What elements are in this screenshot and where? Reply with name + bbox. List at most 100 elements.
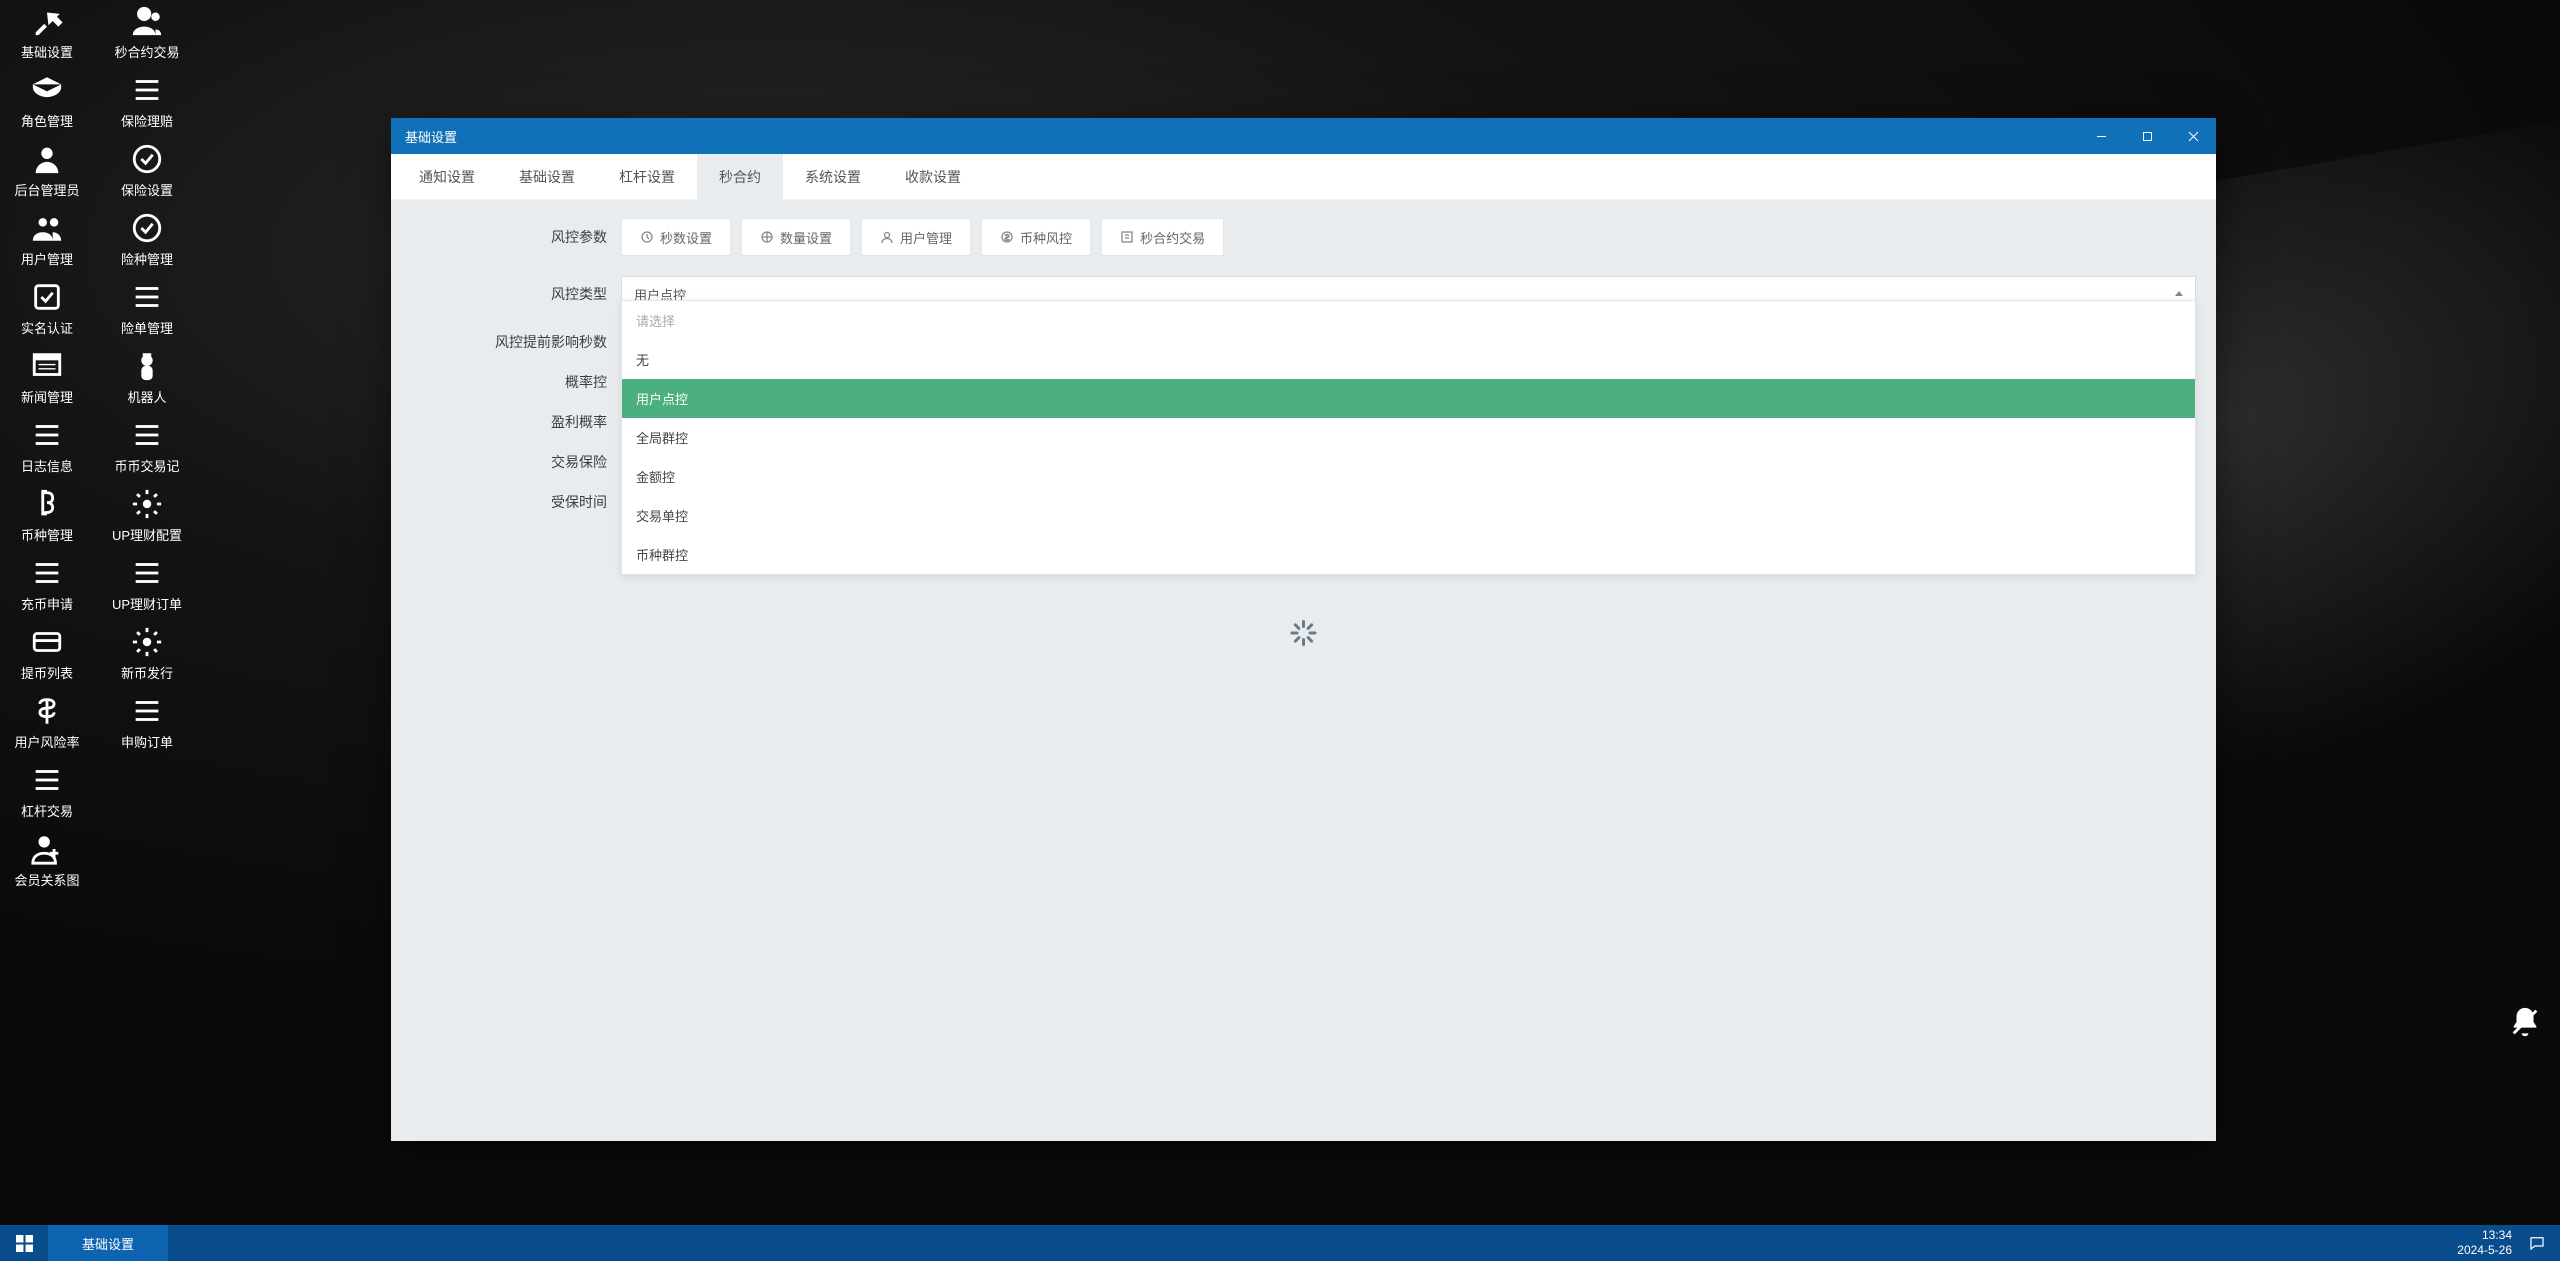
sub-tab-label: 用户管理 xyxy=(900,228,952,247)
desktop-icon[interactable]: 充币申请 xyxy=(6,556,88,613)
tab[interactable]: 杠杆设置 xyxy=(597,154,697,199)
desktop-icon-label: 会员关系图 xyxy=(14,870,79,889)
window-controls xyxy=(2078,118,2216,154)
desktop-icon-label: 充币申请 xyxy=(21,594,73,613)
desktop-icons-grid: 基础设置 秒合约交易角色管理保险理赔后台管理员 保险设置用户管理 险种管理实名认证 险单… xyxy=(6,4,188,901)
app-icon xyxy=(30,625,64,659)
desktop-icon[interactable]: 用户管理 xyxy=(6,211,88,268)
dropdown-option[interactable]: 用户点控 xyxy=(622,379,2195,418)
dropdown-option[interactable]: 全局群控 xyxy=(622,418,2195,457)
desktop-icon[interactable]: UP理财配置 xyxy=(106,487,188,544)
tab[interactable]: 系统设置 xyxy=(783,154,883,199)
sub-tab-button[interactable]: 币种风控 xyxy=(981,218,1091,256)
app-icon xyxy=(30,142,64,176)
chat-icon[interactable] xyxy=(2528,1234,2546,1252)
desktop-icon[interactable]: 角色管理 xyxy=(6,73,88,130)
desktop-icon[interactable]: 新币发行 xyxy=(106,625,188,682)
window-tabs: 通知设置基础设置杠杆设置秒合约系统设置收款设置 xyxy=(391,154,2216,200)
desktop-icon[interactable]: 币种管理 xyxy=(6,487,88,544)
desktop-icon-label: 提币列表 xyxy=(21,663,73,682)
desktop-icon[interactable]: UP理财订单 xyxy=(106,556,188,613)
row-risk-params: 风控参数 秒数设置数量设置用户管理币种风控秒合约交易 xyxy=(411,218,2196,256)
desktop-icon[interactable]: 会员关系图 xyxy=(6,832,88,889)
desktop-icon[interactable]: 杠杆交易 xyxy=(6,763,88,820)
desktop-icon-label: 实名认证 xyxy=(21,318,73,337)
start-button[interactable] xyxy=(0,1225,48,1261)
app-icon xyxy=(130,73,164,107)
desktop-icon[interactable]: 机器人 xyxy=(106,349,188,406)
app-icon xyxy=(130,280,164,314)
system-tray: 13:34 2024-5-26 xyxy=(2443,1225,2560,1261)
clock[interactable]: 13:34 2024-5-26 xyxy=(2457,1228,2512,1258)
app-icon xyxy=(30,832,64,866)
minimize-button[interactable] xyxy=(2078,118,2124,154)
app-icon xyxy=(130,211,164,245)
app-icon xyxy=(130,556,164,590)
notification-bell-icon[interactable] xyxy=(2508,1005,2542,1039)
titlebar[interactable]: 基础设置 xyxy=(391,118,2216,154)
tab[interactable]: 收款设置 xyxy=(883,154,983,199)
desktop-icon-label: 申购订单 xyxy=(121,732,173,751)
desktop-icon[interactable]: 保险设置 xyxy=(106,142,188,199)
desktop-icon-label: 用户管理 xyxy=(21,249,73,268)
desktop-icon-label: 保险理赔 xyxy=(121,111,173,130)
desktop-icon[interactable]: 币币交易记 xyxy=(106,418,188,475)
label-trade-ins: 交易保险 xyxy=(411,452,621,472)
app-icon xyxy=(30,349,64,383)
desktop-icon[interactable]: 用户风险率 xyxy=(6,694,88,751)
desktop-icon-label: UP理财订单 xyxy=(112,594,182,613)
app-icon xyxy=(130,694,164,728)
desktop-icon[interactable]: 提币列表 xyxy=(6,625,88,682)
desktop-icon[interactable]: 险种管理 xyxy=(106,211,188,268)
desktop-icon-label: 用户风险率 xyxy=(14,732,79,751)
chevron-up-icon xyxy=(2175,291,2183,296)
sub-tab-button[interactable]: 秒数设置 xyxy=(621,218,731,256)
close-button[interactable] xyxy=(2170,118,2216,154)
desktop-icon[interactable]: 实名认证 xyxy=(6,280,88,337)
label-insured-time: 受保时间 xyxy=(411,492,621,512)
dropdown-option[interactable]: 无 xyxy=(622,340,2195,379)
desktop-icon[interactable]: 保险理赔 xyxy=(106,73,188,130)
sub-tab-label: 数量设置 xyxy=(780,228,832,247)
window-title: 基础设置 xyxy=(405,127,457,146)
label-risk-type: 风控类型 xyxy=(411,284,621,304)
sub-tab-label: 秒数设置 xyxy=(660,228,712,247)
desktop-icon[interactable]: 秒合约交易 xyxy=(106,4,188,61)
desktop-icon-label: 险种管理 xyxy=(121,249,173,268)
desktop-icon-label: UP理财配置 xyxy=(112,525,182,544)
label-prob: 概率控 xyxy=(411,372,621,392)
tab[interactable]: 通知设置 xyxy=(397,154,497,199)
tab[interactable]: 秒合约 xyxy=(697,154,783,199)
risk-type-dropdown[interactable]: 请选择无用户点控全局群控金额控交易单控币种群控 xyxy=(621,300,2196,575)
desktop-icon[interactable]: 险单管理 xyxy=(106,280,188,337)
app-icon xyxy=(30,763,64,797)
dropdown-option[interactable]: 币种群控 xyxy=(622,535,2195,574)
desktop-icon[interactable]: 日志信息 xyxy=(6,418,88,475)
desktop-icon[interactable]: 新闻管理 xyxy=(6,349,88,406)
tab[interactable]: 基础设置 xyxy=(497,154,597,199)
desktop-icon-label: 基础设置 xyxy=(21,42,73,61)
dropdown-option[interactable]: 交易单控 xyxy=(622,496,2195,535)
desktop-icon-label: 杠杆交易 xyxy=(21,801,73,820)
desktop-icon[interactable]: 基础设置 xyxy=(6,4,88,61)
desktop-icon-label: 后台管理员 xyxy=(14,180,79,199)
dropdown-option[interactable]: 金额控 xyxy=(622,457,2195,496)
app-icon xyxy=(30,280,64,314)
sub-tab-button[interactable]: 秒合约交易 xyxy=(1101,218,1224,256)
sub-tab-button[interactable]: 数量设置 xyxy=(741,218,851,256)
app-icon xyxy=(30,211,64,245)
taskbar: 基础设置 13:34 2024-5-26 xyxy=(0,1225,2560,1261)
app-icon xyxy=(30,73,64,107)
desktop-icon[interactable]: 后台管理员 xyxy=(6,142,88,199)
app-icon xyxy=(130,418,164,452)
label-seconds: 风控提前影响秒数 xyxy=(411,332,621,352)
app-icon xyxy=(30,556,64,590)
desktop-icon-label: 新闻管理 xyxy=(21,387,73,406)
sub-tab-button[interactable]: 用户管理 xyxy=(861,218,971,256)
app-icon xyxy=(30,487,64,521)
app-icon xyxy=(30,4,64,38)
taskbar-app[interactable]: 基础设置 xyxy=(48,1225,168,1261)
maximize-button[interactable] xyxy=(2124,118,2170,154)
sub-tab-label: 币种风控 xyxy=(1020,228,1072,247)
desktop-icon[interactable]: 申购订单 xyxy=(106,694,188,751)
